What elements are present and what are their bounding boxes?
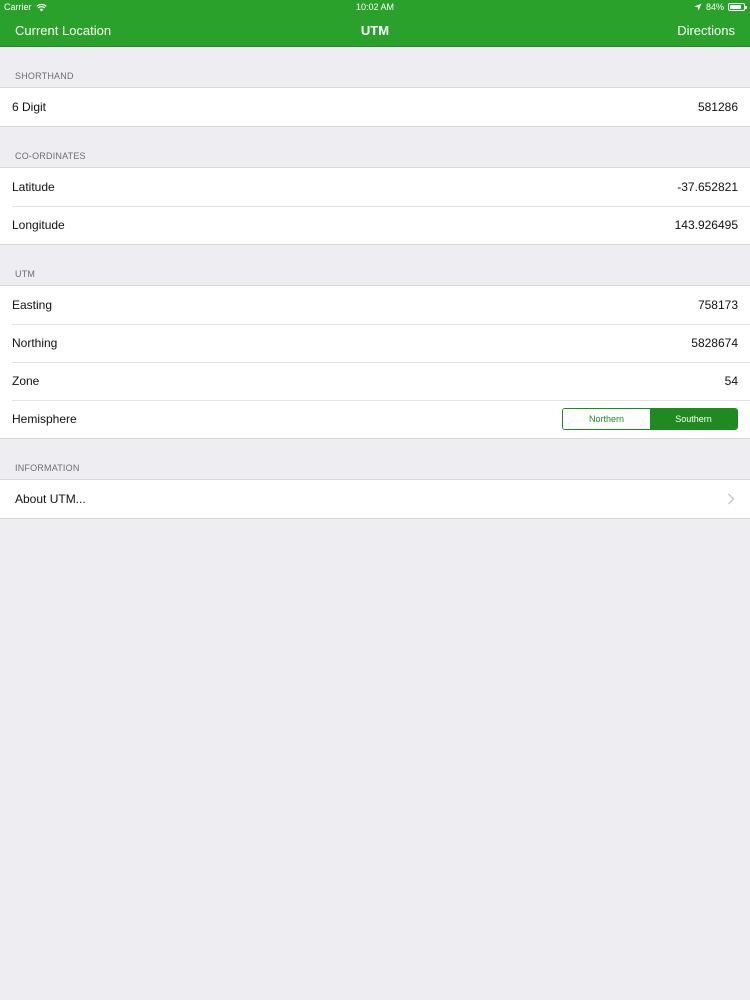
battery-icon xyxy=(728,3,747,11)
information-group: About UTM... xyxy=(0,479,750,519)
row-label: Latitude xyxy=(12,180,55,194)
battery-percent: 84% xyxy=(705,2,724,12)
northing-value: 5828674 xyxy=(691,336,738,350)
navigation-bar: Current Location UTM Directions xyxy=(0,14,750,47)
shorthand-group: 6 Digit 581286 xyxy=(0,87,750,127)
zone-value: 54 xyxy=(724,374,738,388)
row-label: About UTM... xyxy=(15,492,86,506)
utm-group: Easting 758173 Northing 5828674 Zone 54 … xyxy=(0,285,750,439)
row-label: Longitude xyxy=(12,218,65,232)
coordinates-group: Latitude -37.652821 Longitude 143.926495 xyxy=(0,167,750,245)
row-label: Zone xyxy=(12,374,40,388)
chevron-right-icon xyxy=(728,493,735,505)
longitude-value: 143.926495 xyxy=(674,218,738,232)
row-label: 6 Digit xyxy=(12,100,47,114)
row-northing: Northing 5828674 xyxy=(0,324,750,362)
hemisphere-option-northern[interactable]: Northern xyxy=(563,409,650,429)
six-digit-value: 581286 xyxy=(697,100,738,114)
status-right: 84% xyxy=(694,0,747,14)
section-header-utm: UTM xyxy=(15,269,36,279)
row-latitude: Latitude -37.652821 xyxy=(0,168,750,206)
row-easting: Easting 758173 xyxy=(0,286,750,324)
battery-fill xyxy=(730,5,741,9)
status-bar: Carrier 10:02 AM 84% xyxy=(0,0,750,14)
hemisphere-option-southern[interactable]: Southern xyxy=(650,409,737,429)
directions-button[interactable]: Directions xyxy=(677,23,735,38)
row-label: Easting xyxy=(12,298,53,312)
row-label: Northing xyxy=(12,336,58,350)
row-hemisphere: Hemisphere Northern Southern xyxy=(0,400,750,438)
row-6-digit: 6 Digit 581286 xyxy=(0,88,750,126)
row-label: Hemisphere xyxy=(12,412,77,426)
easting-value: 758173 xyxy=(697,298,738,312)
hemisphere-segmented-control: Northern Southern xyxy=(562,408,738,430)
section-header-shorthand: SHORTHAND xyxy=(15,71,74,81)
page-title: UTM xyxy=(360,23,390,38)
section-header-information: INFORMATION xyxy=(15,463,80,473)
row-zone: Zone 54 xyxy=(0,362,750,400)
section-header-coordinates: CO-ORDINATES xyxy=(15,151,86,161)
top-bar: Carrier 10:02 AM 84% Current Location UT… xyxy=(0,0,750,47)
location-arrow-icon xyxy=(694,3,702,11)
about-utm-row[interactable]: About UTM... xyxy=(0,480,750,518)
content: SHORTHAND 6 Digit 581286 CO-ORDINATES La… xyxy=(0,47,750,519)
latitude-value: -37.652821 xyxy=(677,180,738,194)
row-longitude: Longitude 143.926495 xyxy=(0,206,750,244)
status-time: 10:02 AM xyxy=(355,2,395,12)
